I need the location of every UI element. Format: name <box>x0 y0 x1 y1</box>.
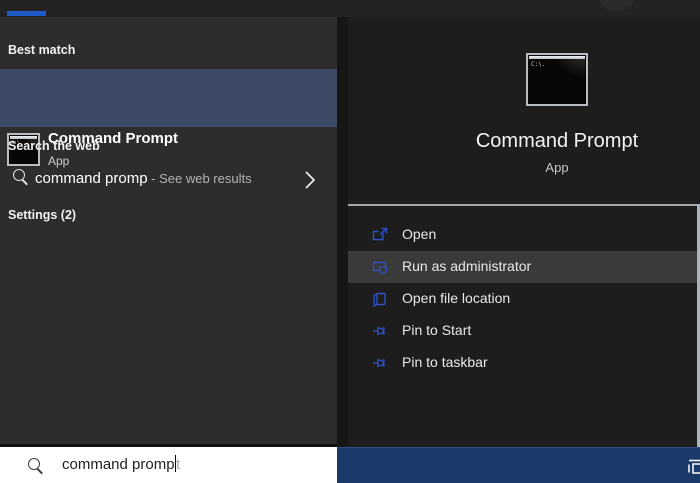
preview-app-type: App <box>545 160 569 175</box>
cmd-icon-text: C:\ <box>11 140 21 146</box>
pin-icon <box>372 355 388 371</box>
web-query: command promp <box>35 170 148 187</box>
web-result-text: command promp - See web results <box>35 170 252 187</box>
search-icon <box>13 169 25 181</box>
profile-circle <box>600 0 634 12</box>
action-run-as-administrator[interactable]: Run as administrator <box>348 251 697 283</box>
open-icon <box>372 227 388 243</box>
preview-panel: C:\. Command Prompt App Open Run as admi… <box>337 17 700 447</box>
action-open-file-location[interactable]: Open file location <box>348 283 697 315</box>
web-search-result[interactable]: command promp - See web results <box>0 161 337 199</box>
preview-divider <box>348 204 700 206</box>
search-web-header: Search the web <box>8 139 100 153</box>
action-label: Open <box>402 226 437 242</box>
taskbar-search-box[interactable]: command promp t <box>0 447 337 483</box>
search-input-text: command promp t <box>62 455 180 473</box>
admin-shield-icon <box>372 259 388 275</box>
windows-search-flyout: Best match C:\ Command Prompt App Search… <box>0 0 700 483</box>
action-pin-to-taskbar[interactable]: Pin to taskbar <box>348 347 697 379</box>
settings-header: Settings (2) <box>8 208 77 222</box>
best-match-result[interactable]: C:\ Command Prompt App <box>0 69 337 168</box>
filter-tabs-bar <box>0 0 700 17</box>
panel-divider <box>337 17 348 447</box>
preview-app-title: Command Prompt <box>475 130 639 152</box>
autocomplete-suggestion: t <box>176 456 181 473</box>
scrollbar[interactable] <box>696 204 700 447</box>
pin-icon <box>372 323 388 339</box>
action-label: Open file location <box>402 290 511 306</box>
cmd-icon-text: C:\. <box>531 61 546 68</box>
search-icon <box>28 458 40 470</box>
action-open[interactable]: Open <box>348 219 697 251</box>
file-location-icon <box>372 291 388 307</box>
web-suffix: - See web results <box>147 171 252 186</box>
action-label: Run as administrator <box>402 258 532 274</box>
chevron-right-icon[interactable] <box>302 167 318 193</box>
typed-query: command promp <box>62 456 175 473</box>
action-pin-to-start[interactable]: Pin to Start <box>348 315 697 347</box>
best-match-header: Best match <box>8 43 76 57</box>
active-tab-indicator <box>7 11 46 16</box>
taskbar <box>337 447 700 483</box>
task-view-icon[interactable] <box>685 455 700 479</box>
results-panel: Best match C:\ Command Prompt App Search… <box>0 17 337 444</box>
command-prompt-icon-large: C:\. <box>526 53 588 106</box>
action-label: Pin to Start <box>402 322 472 338</box>
action-label: Pin to taskbar <box>402 354 488 370</box>
